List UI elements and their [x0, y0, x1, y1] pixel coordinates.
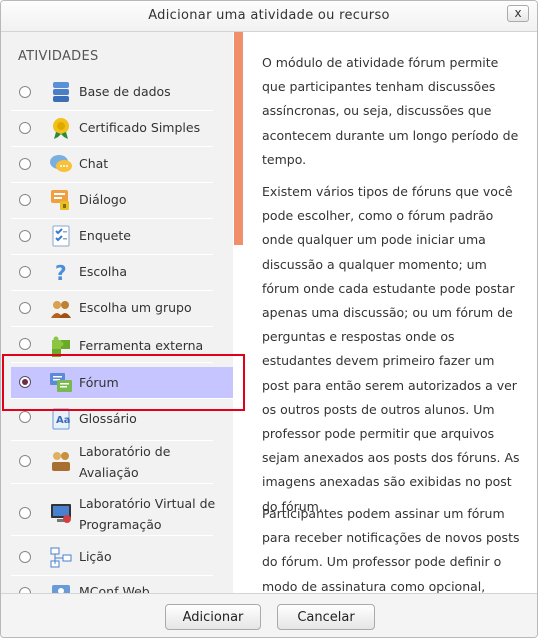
option-mconf-web[interactable]: MConf Web: [11, 577, 213, 593]
mconf-icon: [49, 581, 73, 593]
radio-button[interactable]: [19, 230, 31, 242]
help-paragraph: O módulo de atividade fórum permite que …: [262, 55, 519, 167]
option-dialogo[interactable]: Diálogo: [11, 182, 213, 219]
add-button[interactable]: Adicionar: [165, 604, 261, 630]
section-title-activities: ATIVIDADES: [18, 49, 99, 64]
help-panel: O módulo de atividade fórum permite que …: [243, 32, 529, 593]
options-panel: ATIVIDADES Base de dados Certificado Sim…: [1, 32, 233, 593]
close-button[interactable]: x: [507, 5, 529, 22]
options-scrollbar[interactable]: [234, 32, 243, 245]
option-label: Laboratório Virtual de Programação: [79, 496, 216, 532]
workshop-icon: [49, 449, 73, 473]
radio-button[interactable]: [19, 455, 31, 467]
option-label: Base de dados: [79, 84, 171, 99]
radio-button[interactable]: [19, 411, 31, 423]
dialog-header: Adicionar uma atividade ou recurso x: [1, 1, 537, 32]
option-label: Enquete: [79, 228, 131, 243]
option-enquete[interactable]: Enquete: [11, 218, 213, 255]
help-scrollbar-track[interactable]: [529, 32, 537, 593]
radio-button[interactable]: [19, 158, 31, 170]
option-laboratorio-de-avaliacao[interactable]: Laboratório de Avaliação: [11, 437, 213, 484]
poll-icon: [49, 224, 73, 248]
option-label: Glossário: [79, 411, 137, 426]
option-label: Laboratório de Avaliação: [79, 444, 171, 480]
option-label: Lição: [79, 549, 112, 564]
radio-button[interactable]: [19, 122, 31, 134]
option-escolha[interactable]: ? Escolha: [11, 254, 213, 291]
database-icon: [49, 80, 73, 104]
chat-icon: [49, 152, 73, 176]
option-licao[interactable]: Lição: [11, 539, 213, 576]
question-mark-icon: ?: [49, 260, 73, 285]
dialog-title: Adicionar uma atividade ou recurso: [148, 8, 390, 23]
radio-button[interactable]: [19, 507, 31, 519]
help-paragraph: Existem vários tipos de fóruns que você …: [262, 184, 520, 514]
radio-button[interactable]: [19, 86, 31, 98]
option-label: Diálogo: [79, 192, 127, 207]
selection-highlight-box: [2, 354, 245, 411]
lesson-icon: [49, 545, 73, 569]
radio-button[interactable]: [19, 266, 31, 278]
radio-button[interactable]: [19, 338, 31, 350]
dialogue-icon: [49, 188, 73, 212]
option-certificado-simples[interactable]: Certificado Simples: [11, 110, 213, 147]
option-chat[interactable]: Chat: [11, 146, 213, 183]
option-label: Chat: [79, 156, 109, 171]
svg-text:Aa: Aa: [56, 415, 71, 426]
option-label: Ferramenta externa: [79, 338, 204, 353]
option-label: Escolha: [79, 264, 127, 279]
svg-text:?: ?: [55, 261, 67, 284]
option-base-de-dados[interactable]: Base de dados: [11, 74, 213, 111]
help-paragraph: Participantes podem assinar um fórum par…: [262, 506, 520, 593]
group-choice-icon: [49, 296, 73, 320]
certificate-icon: [49, 116, 73, 140]
add-activity-dialog: Adicionar uma atividade ou recurso x ATI…: [0, 0, 538, 638]
cancel-button[interactable]: Cancelar: [277, 604, 375, 630]
option-escolha-um-grupo[interactable]: Escolha um grupo: [11, 290, 213, 327]
radio-button[interactable]: [19, 302, 31, 314]
vpl-icon: [49, 501, 73, 525]
dialog-footer: Adicionar Cancelar: [1, 593, 537, 637]
radio-button[interactable]: [19, 194, 31, 206]
option-label: Certificado Simples: [79, 120, 201, 135]
option-label: MConf Web: [79, 584, 150, 593]
radio-button[interactable]: [19, 551, 31, 563]
option-label: Escolha um grupo: [79, 300, 192, 315]
option-laboratorio-virtual-de-programacao[interactable]: Laboratório Virtual de Programação: [11, 489, 215, 536]
